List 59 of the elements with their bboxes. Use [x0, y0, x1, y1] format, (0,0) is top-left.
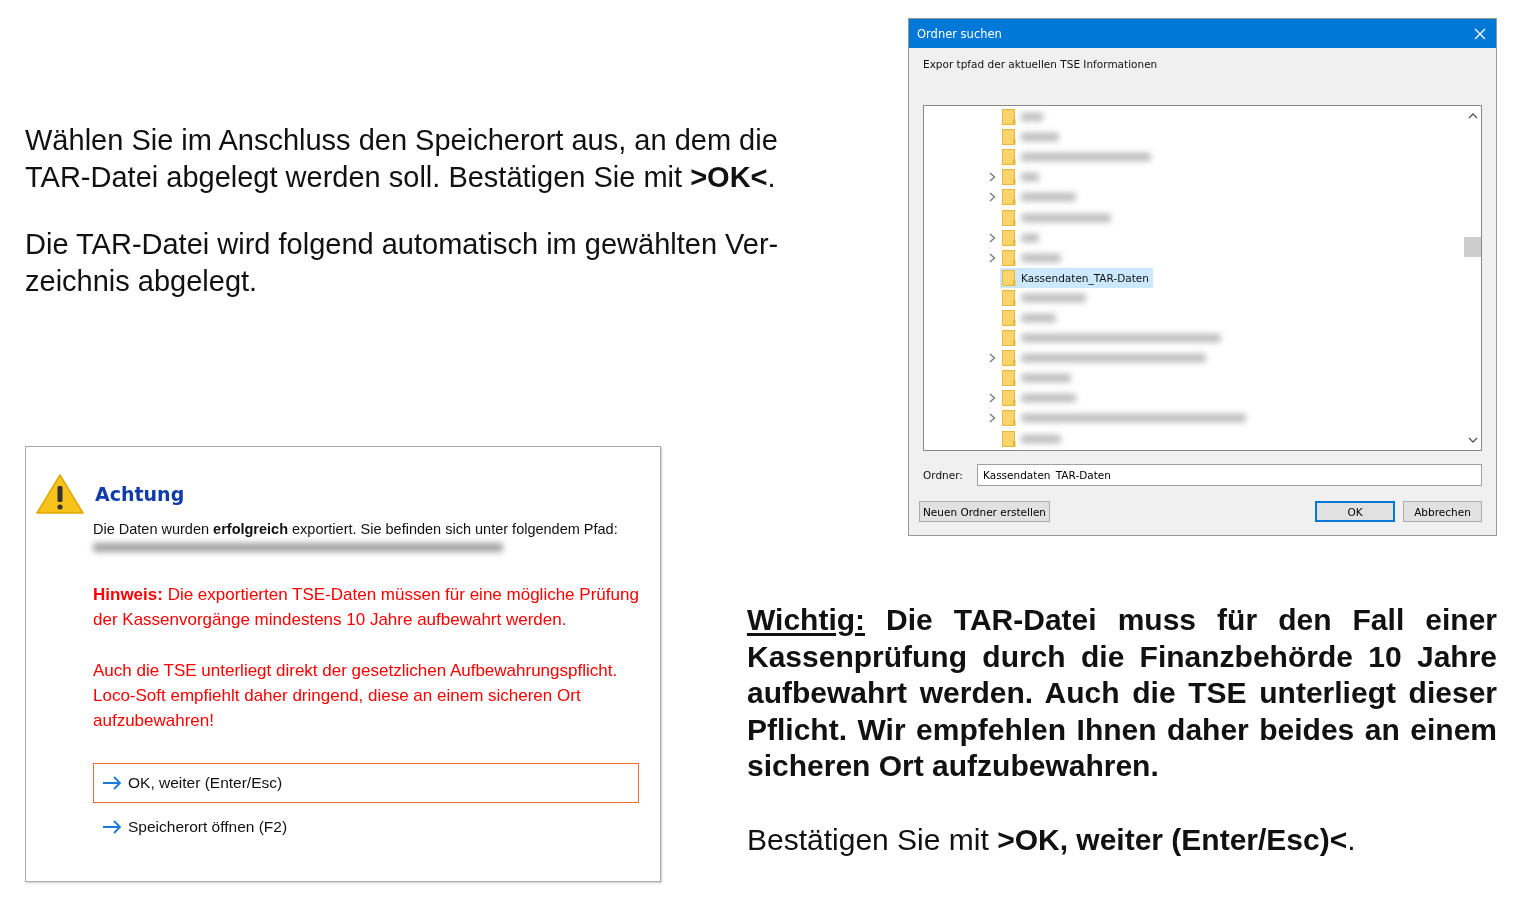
field-label: Ordner:	[923, 469, 963, 481]
dialog-button[interactable]: Neuen Ordner erstellen	[919, 501, 1051, 522]
blurred-text	[1021, 113, 1043, 122]
chevron-icon[interactable]	[988, 172, 996, 183]
folder-icon	[1002, 129, 1016, 146]
blurred-text	[1021, 374, 1071, 383]
blurred-text	[1021, 253, 1061, 262]
warning-icon	[35, 473, 85, 515]
chevron-icon[interactable]	[988, 353, 996, 364]
description-text: Expor tpfad der aktuellen TSE Informationen	[923, 58, 1159, 72]
chevron-icon[interactable]	[988, 393, 996, 404]
folder-icon	[1002, 330, 1016, 347]
folder-icon	[1002, 289, 1016, 306]
blurred-text	[1021, 434, 1061, 443]
warning-text: Auch die TSE unterliegt direkt der gesetzlichen Aufbewahrungspflicht. Loco-Soft empfiehlt daher dringend, diese an einem sicheren Ort aufzubewahren!	[93, 660, 619, 732]
blurred-text	[1021, 293, 1086, 302]
scroll-up-icon[interactable]	[1467, 112, 1478, 119]
folder-icon	[1002, 189, 1016, 206]
folder-icon	[1002, 149, 1016, 166]
warning-text: Hinweis: Die exportierten TSE-Daten müssen für eine mögliche Prüfung der Kassenvorgänge mindestens 10 Jahre aufbewahrt werden.	[93, 584, 640, 631]
folder-icon	[1002, 229, 1016, 246]
dialog-button[interactable]: OK	[1315, 501, 1395, 522]
window-title: Ordner suchen	[917, 26, 1002, 41]
scroll-down-icon[interactable]	[1467, 437, 1478, 444]
instruction-text: Die TAR-Datei wird folgend automatisch im gewählten Ver-zeichnis abgelegt.	[25, 227, 780, 299]
blurred-text	[1021, 394, 1076, 403]
dialog-title: Achtung	[95, 483, 185, 505]
folder-icon	[1002, 249, 1016, 266]
instruction-text: Wählen Sie im Anschluss den Speicherort aus, an dem die TAR-Datei abgelegt werden soll. Bestätigen Sie mit >OK<.	[25, 123, 779, 195]
folder-icon	[1002, 109, 1016, 126]
arrow-icon	[102, 820, 122, 834]
blurred-text	[1021, 233, 1039, 242]
blurred-text	[1021, 133, 1059, 142]
folder-icon	[1002, 390, 1016, 407]
folder-icon	[1002, 430, 1016, 447]
folder-icon	[1002, 209, 1016, 226]
scroll-thumb[interactable]	[1464, 237, 1481, 257]
blurred-text	[1021, 193, 1076, 202]
blurred-text	[1021, 314, 1056, 322]
command-link[interactable]: OK, weiter (Enter/Esc)	[93, 763, 639, 803]
chevron-icon[interactable]	[988, 192, 996, 203]
folder-icon	[1002, 370, 1016, 387]
message-text: Die Daten wurden erfolgreich exportiert. Sie befinden sich unter folgendem Pfad:	[93, 521, 618, 537]
chevron-icon[interactable]	[988, 252, 996, 263]
arrow-icon	[102, 776, 122, 790]
folder-icon	[1002, 269, 1016, 286]
chevron-icon[interactable]	[988, 232, 996, 243]
instruction-text: Bestätigen Sie mit >OK, weiter (Enter/Esc)<.	[747, 822, 1357, 857]
chevron-icon[interactable]	[988, 413, 996, 424]
folder-field[interactable]: Kassendaten_TAR-Daten	[977, 464, 1482, 486]
folder-item[interactable]: Kassendaten_TAR-Daten	[1000, 267, 1153, 288]
important-note: Wichtig: Die TAR-Datei muss für den Fall einer Kassenprüfung durch die Finanzbehörde 10 Jahre aufbewahrt werden. Auch die TSE unterliegt dieser Pflicht. Wir empfehlen Ihnen daher beides an einem sicheren Ort aufzubewahren.	[747, 602, 1497, 784]
folder-icon	[1002, 169, 1016, 186]
folder-icon	[1002, 350, 1016, 367]
folder-icon	[1002, 410, 1016, 427]
dialog-button[interactable]: Abbrechen	[1403, 501, 1482, 522]
blurred-text	[1021, 173, 1039, 182]
close-icon[interactable]	[1474, 27, 1486, 40]
folder-icon	[1002, 310, 1016, 326]
